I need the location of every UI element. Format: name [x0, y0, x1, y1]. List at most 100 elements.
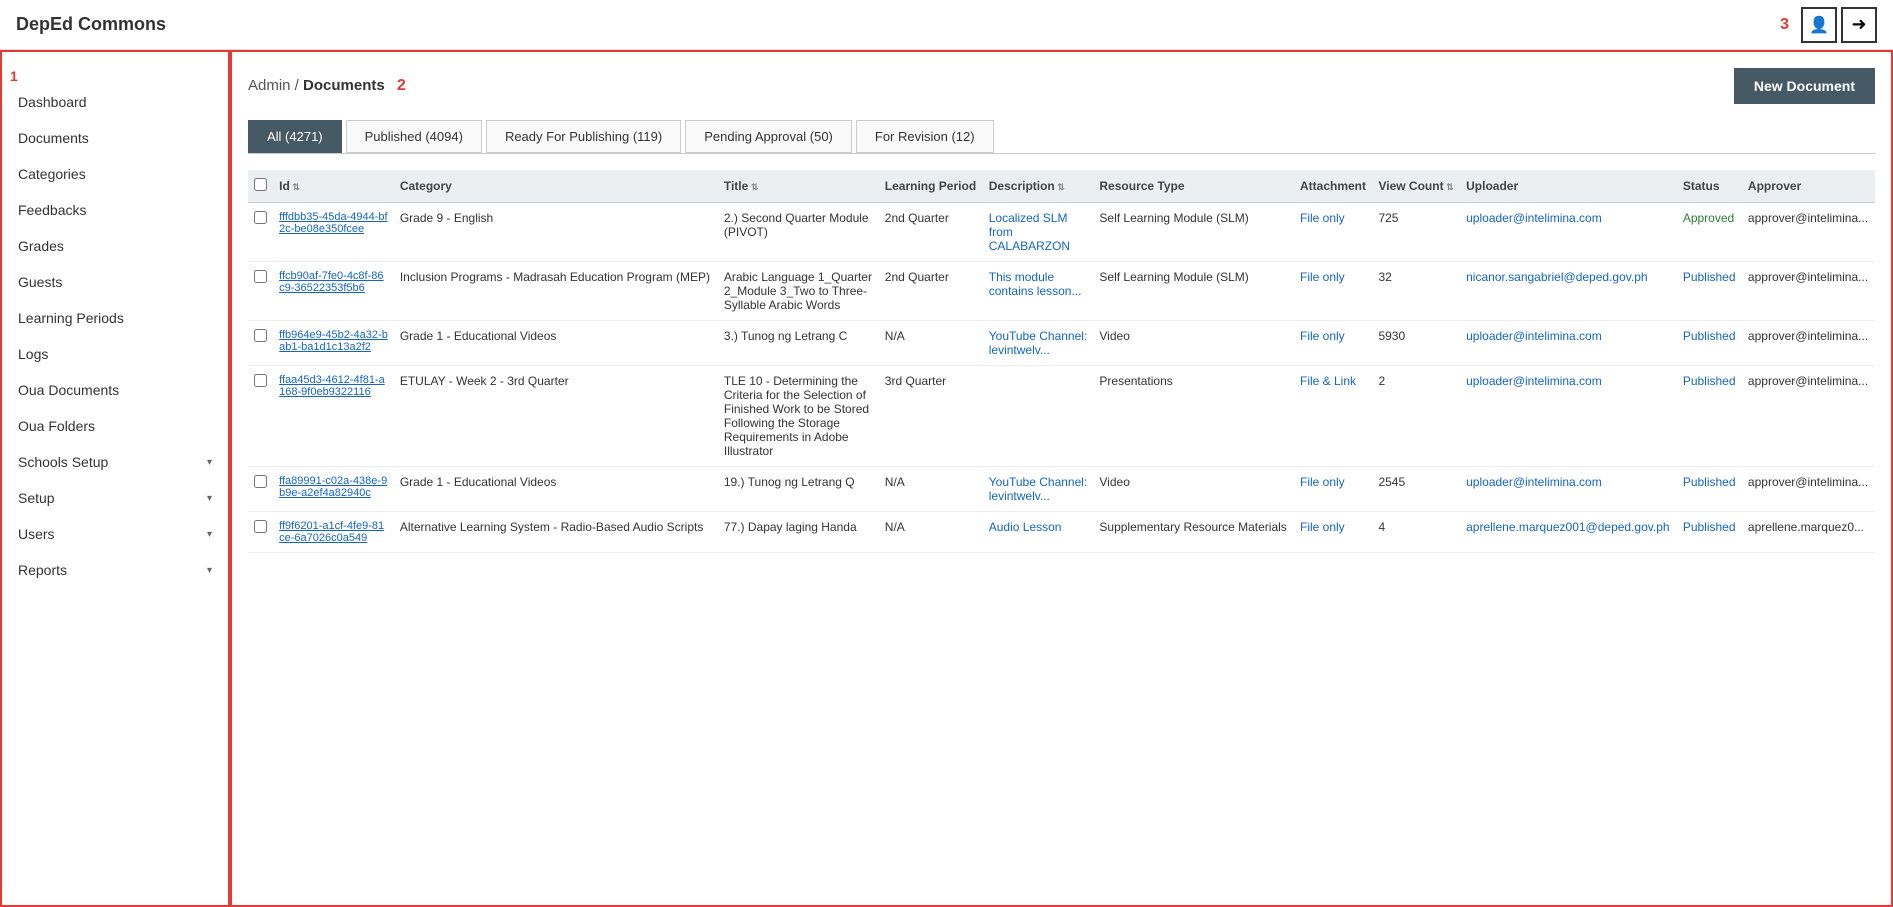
row-checkbox[interactable]: [254, 475, 267, 488]
document-status: Published: [1677, 321, 1742, 366]
sidebar-item-label: Oua Folders: [18, 418, 95, 434]
col-header-Description: Description ⇅: [983, 170, 1094, 203]
document-approver: approver@intelimina...: [1742, 467, 1875, 512]
sort-icon[interactable]: ⇅: [290, 182, 300, 192]
sidebar-item-dashboard[interactable]: Dashboard: [2, 84, 228, 120]
breadcrumb: Admin / Documents 2: [248, 77, 406, 95]
document-id-link[interactable]: ffcb90af-7fe0-4c8f-86c9-36522353f5b6: [279, 270, 383, 294]
tab-ready-for-publishing-(119)[interactable]: Ready For Publishing (119): [486, 120, 681, 153]
breadcrumb-current: Documents: [303, 77, 385, 94]
logout-button[interactable]: ➜: [1841, 7, 1877, 43]
document-category: Grade 1 - Educational Videos: [394, 321, 718, 366]
col-header-Attachment: Attachment: [1294, 170, 1372, 203]
user-profile-button[interactable]: 👤: [1801, 7, 1837, 43]
sidebar-item-label: Schools Setup: [18, 454, 108, 470]
sidebar-item-logs[interactable]: Logs: [2, 336, 228, 372]
sort-icon[interactable]: ⇅: [748, 182, 758, 192]
sidebar-item-guests[interactable]: Guests: [2, 264, 228, 300]
sidebar-item-schools-setup[interactable]: Schools Setup▾: [2, 444, 228, 480]
document-id-link[interactable]: ffb964e9-45b2-4a32-bab1-ba1d1c13a2f2: [279, 329, 388, 353]
document-category: Grade 9 - English: [394, 203, 718, 262]
sidebar-item-users[interactable]: Users▾: [2, 516, 228, 552]
sidebar-item-label: Feedbacks: [18, 202, 86, 218]
sidebar-item-learning-periods[interactable]: Learning Periods: [2, 300, 228, 336]
sidebar-item-categories[interactable]: Categories: [2, 156, 228, 192]
document-attachment: File only: [1294, 467, 1372, 512]
document-description: Audio Lesson: [983, 512, 1094, 553]
document-attachment: File only: [1294, 203, 1372, 262]
document-approver: approver@intelimina...: [1742, 262, 1875, 321]
document-status: Published: [1677, 512, 1742, 553]
app-title: DepEd Commons: [16, 14, 166, 35]
sidebar-item-oua-folders[interactable]: Oua Folders: [2, 408, 228, 444]
sidebar-item-oua-documents[interactable]: Oua Documents: [2, 372, 228, 408]
col-header-checkbox[interactable]: [248, 170, 273, 203]
document-attachment: File & Link: [1294, 366, 1372, 467]
documents-table: Id ⇅CategoryTitle ⇅Learning PeriodDescri…: [248, 170, 1875, 553]
sidebar-item-label: Grades: [18, 238, 64, 254]
row-checkbox[interactable]: [254, 211, 267, 224]
document-attachment: File only: [1294, 512, 1372, 553]
sidebar-item-setup[interactable]: Setup ▾: [2, 480, 228, 516]
row-checkbox[interactable]: [254, 329, 267, 342]
sort-icon[interactable]: ⇅: [1055, 182, 1065, 192]
row-checkbox[interactable]: [254, 270, 267, 283]
document-title: 19.) Tunog ng Letrang Q: [718, 467, 879, 512]
header-right: 3 👤 ➜: [1780, 7, 1877, 43]
document-resource-type: Video: [1093, 321, 1294, 366]
table-row: ffb964e9-45b2-4a32-bab1-ba1d1c13a2f2Grad…: [248, 321, 1875, 366]
main-body: 1 DashboardDocumentsCategoriesFeedbacksG…: [0, 50, 1893, 907]
document-view-count: 4: [1372, 512, 1460, 553]
row-checkbox[interactable]: [254, 520, 267, 533]
table-row: fffdbb35-45da-4944-bf2c-be08e350fcee Grad…: [248, 203, 1875, 262]
col-header-Status: Status: [1677, 170, 1742, 203]
sidebar-item-label: Users: [18, 526, 55, 542]
sidebar-item-label: Logs: [18, 346, 48, 362]
document-title: TLE 10 - Determining the Criteria for th…: [718, 366, 879, 467]
document-view-count: 2545: [1372, 467, 1460, 512]
document-id-link[interactable]: ffaa45d3-4612-4f81-a168-9f0eb9322116: [279, 374, 385, 398]
document-id-link[interactable]: ff9f6201-a1cf-4fe9-81ce-6a7026c0a549: [279, 520, 384, 544]
sidebar: 1 DashboardDocumentsCategoriesFeedbacksG…: [0, 50, 230, 907]
tab-published-(4094)[interactable]: Published (4094): [346, 120, 482, 153]
document-status: Published: [1677, 262, 1742, 321]
sidebar-item-grades[interactable]: Grades: [2, 228, 228, 264]
sidebar-item-label: Guests: [18, 274, 62, 290]
sidebar-item-label: Learning Periods: [18, 310, 124, 326]
document-uploader: uploader@intelimina.com: [1460, 467, 1677, 512]
document-learning-period: N/A: [879, 512, 983, 553]
document-approver: aprellene.marquez0...: [1742, 512, 1875, 553]
row-checkbox[interactable]: [254, 374, 267, 387]
sidebar-item-reports[interactable]: Reports▾: [2, 552, 228, 588]
document-id-link[interactable]: fffdbb35-45da-4944-bf2c-be08e350fcee: [279, 211, 387, 235]
select-all-checkbox[interactable]: [254, 178, 267, 191]
col-header-Category: Category: [394, 170, 718, 203]
new-document-button[interactable]: New Document: [1734, 68, 1875, 104]
document-approver: approver@intelimina...: [1742, 203, 1875, 262]
tabs: All (4271)Published (4094)Ready For Publ…: [248, 120, 1875, 154]
document-description: [983, 366, 1094, 467]
logout-icon: ➜: [1851, 14, 1866, 35]
content-header: Admin / Documents 2 New Document: [248, 68, 1875, 104]
sidebar-item-label: Setup: [18, 490, 55, 506]
document-id-link[interactable]: ffa89991-c02a-438e-9b9e-a2ef4a82940c: [279, 475, 387, 499]
tab-all-(4271)[interactable]: All (4271): [248, 120, 342, 153]
document-learning-period: N/A: [879, 321, 983, 366]
document-resource-type: Self Learning Module (SLM): [1093, 203, 1294, 262]
sidebar-item-documents[interactable]: Documents: [2, 120, 228, 156]
sidebar-item-feedbacks[interactable]: Feedbacks: [2, 192, 228, 228]
table-row: ffcb90af-7fe0-4c8f-86c9-36522353f5b6 Incl…: [248, 262, 1875, 321]
tab-for-revision-(12)[interactable]: For Revision (12): [856, 120, 994, 153]
content-area: Admin / Documents 2 New Document All (42…: [230, 50, 1893, 907]
document-learning-period: 2nd Quarter: [879, 262, 983, 321]
document-description: This module contains lesson...: [983, 262, 1094, 321]
table-row: ffa89991-c02a-438e-9b9e-a2ef4a82940cGrad…: [248, 467, 1875, 512]
sort-icon[interactable]: ⇅: [1444, 182, 1454, 192]
document-title: 2.) Second Quarter Module (PIVOT): [718, 203, 879, 262]
document-view-count: 725: [1372, 203, 1460, 262]
tab-pending-approval-(50)[interactable]: Pending Approval (50): [685, 120, 852, 153]
col-header-Uploader: Uploader: [1460, 170, 1677, 203]
document-category: Inclusion Programs - Madrasah Education …: [394, 262, 718, 321]
document-attachment: File only: [1294, 262, 1372, 321]
chevron-down-icon: ▾: [207, 493, 212, 504]
